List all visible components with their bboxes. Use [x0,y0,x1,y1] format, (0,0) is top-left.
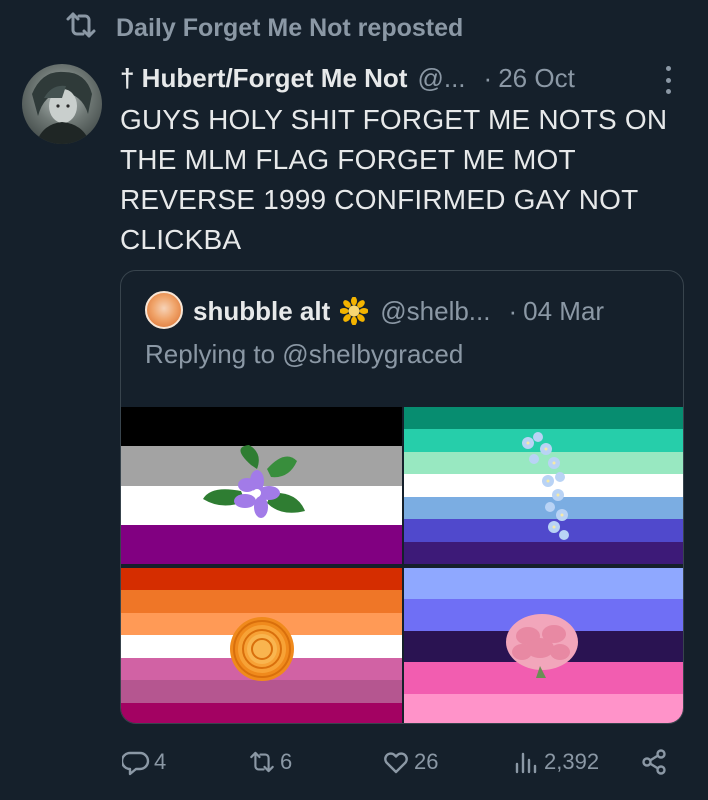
like-count: 26 [414,749,439,774]
tweet-header: † Hubert/Forget Me Not @... · 26 Oct [120,58,690,98]
author-name[interactable]: † Hubert/Forget Me Not [120,63,407,94]
quote-author-avatar[interactable] [145,291,183,329]
flag-stripe [404,693,683,723]
flag-stripe [404,568,683,600]
quoted-tweet[interactable]: shubble alt @shelb... · 04 Mar Replying … [120,270,684,724]
forget-me-not-flower-icon [522,432,569,540]
heart-icon [384,752,408,774]
flag-image-pink-purple[interactable] [404,568,683,723]
more-options-icon[interactable] [658,66,678,94]
analytics-icon [515,752,537,774]
marigold-flower-icon [230,617,294,681]
author-handle[interactable]: @... [417,63,465,94]
author-avatar[interactable] [22,64,102,144]
flag-stripe [121,524,402,564]
separator-dot: · [483,62,493,93]
flag-stripe [121,407,402,447]
repost-button[interactable]: 6 [248,744,292,780]
share-button[interactable] [640,744,668,780]
flag-stripe [121,590,402,613]
carnation-flower-icon [506,614,578,678]
reply-button[interactable]: 4 [122,744,166,780]
quote-date[interactable]: 04 Mar [523,296,604,327]
tweet-date[interactable]: 26 Oct [498,63,575,94]
flag-image-gay-men[interactable] [404,407,683,564]
retweet-icon [250,751,274,773]
periwinkle-flower-icon [203,445,305,518]
views-button[interactable]: 2,392 [512,744,599,780]
quote-author-name[interactable]: shubble alt [193,296,330,327]
tweet-text: GUYS HOLY SHIT FORGET ME NOTS ON THE MLM… [120,104,668,255]
reply-icon [122,751,150,776]
quote-separator-dot: · [508,295,518,326]
flag-image-aromantic-asexual[interactable] [121,407,402,564]
share-icon [642,749,666,775]
repost-count: 6 [280,749,293,774]
repost-text: Daily Forget Me Not reposted [116,13,464,42]
flag-stripe [404,407,683,430]
quote-header: shubble alt @shelb... · 04 Mar [193,291,673,331]
media-grid [121,407,683,723]
action-bar: 4 6 26 2,392 [120,744,680,780]
reply-count: 4 [154,749,167,774]
views-count: 2,392 [544,749,600,774]
like-button[interactable]: 26 [382,744,438,780]
quote-author-handle[interactable]: @shelb... [380,296,490,327]
repost-icon [64,10,98,47]
flag-image-lesbian[interactable] [121,568,402,723]
flag-stripe [121,702,402,723]
repost-indicator[interactable]: Daily Forget Me Not reposted [64,10,463,46]
replying-to: Replying to @shelbygraced [145,339,464,369]
flag-stripe [121,568,402,591]
sunflower-icon [340,297,369,325]
